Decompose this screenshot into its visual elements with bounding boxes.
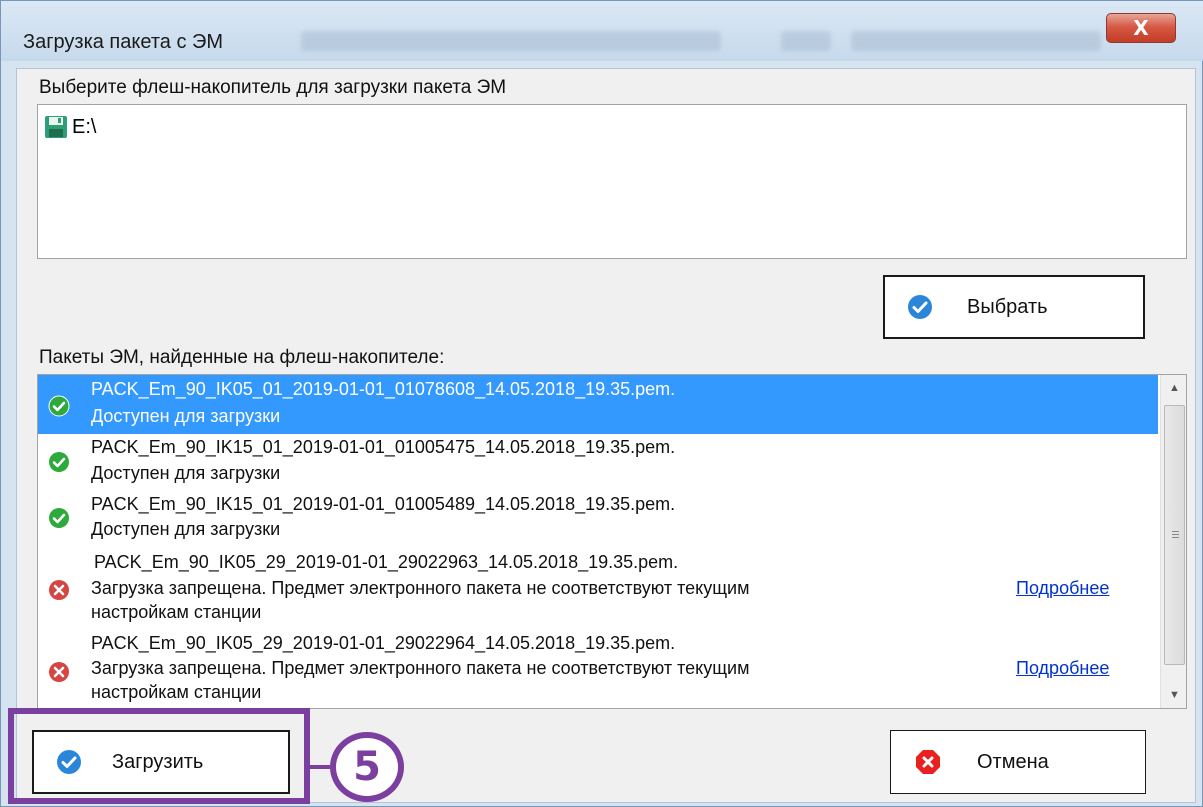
select-button[interactable]: Выбрать: [883, 275, 1145, 339]
error-status-icon: [49, 580, 69, 600]
step-number-badge: 5: [330, 732, 404, 802]
package-status-detail: настройкам станции: [91, 602, 262, 622]
cancel-button-label: Отмена: [977, 750, 1049, 773]
package-status: Доступен для загрузки: [91, 463, 281, 483]
close-icon: X: [1133, 16, 1149, 40]
package-name: PACK_Em_90_IK15_01_2019-01-01_01005489_1…: [91, 494, 676, 514]
scroll-down-arrow-icon[interactable]: ▼: [1161, 682, 1186, 708]
error-status-icon: [49, 662, 69, 682]
step-highlight-frame: [8, 708, 310, 804]
drive-item[interactable]: E:\: [44, 115, 96, 139]
drive-list[interactable]: E:\: [37, 104, 1187, 259]
title-bar: Загрузка пакета с ЭМ X: [1, 1, 1203, 61]
package-name: PACK_Em_90_IK15_01_2019-01-01_01005475_1…: [91, 437, 676, 457]
cancel-button[interactable]: Отмена: [890, 730, 1146, 794]
checkmark-icon: [908, 295, 932, 319]
packages-header: Пакеты ЭМ, найденные на флеш-накопителе:: [39, 347, 445, 368]
package-item[interactable]: PACK_Em_90_IK05_29_2019-01-01_29022963_1…: [38, 549, 1158, 629]
package-status: Загрузка запрещена. Предмет электронного…: [91, 658, 750, 678]
package-status: Доступен для загрузки: [91, 519, 281, 539]
scroll-up-arrow-icon[interactable]: ▲: [1161, 375, 1186, 401]
background-window-title-blurred: [781, 31, 831, 51]
dialog-content: Выберите флеш-накопитель для загрузки па…: [16, 68, 1196, 803]
cancel-icon: [916, 750, 940, 774]
package-status-detail: настройкам станции: [91, 682, 262, 702]
window-title: Загрузка пакета с ЭМ: [23, 31, 224, 53]
ok-status-icon: [48, 395, 70, 417]
dialog-window: Загрузка пакета с ЭМ X Выберите флеш-нак…: [0, 0, 1203, 807]
package-name: PACK_Em_90_IK05_29_2019-01-01_29022964_1…: [91, 633, 676, 653]
details-link[interactable]: Подробнее: [1016, 658, 1109, 679]
packages-list[interactable]: PACK_Em_90_IK05_01_2019-01-01_01078608_1…: [37, 374, 1187, 709]
drive-label: E:\: [72, 115, 97, 138]
drive-select-prompt: Выберите флеш-накопитель для загрузки па…: [39, 77, 507, 98]
select-button-label: Выбрать: [967, 295, 1048, 318]
step-connector-line: [310, 765, 330, 769]
ok-status-icon: [49, 508, 69, 528]
package-item[interactable]: PACK_Em_90_IK05_01_2019-01-01_01078608_1…: [38, 375, 1158, 434]
ok-status-icon: [49, 452, 69, 472]
package-name: PACK_Em_90_IK05_29_2019-01-01_29022963_1…: [94, 552, 679, 572]
package-item[interactable]: PACK_Em_90_IK15_01_2019-01-01_01005489_1…: [38, 491, 1158, 549]
background-window-title-blurred: [851, 31, 1101, 51]
details-link[interactable]: Подробнее: [1016, 578, 1109, 599]
package-status: Загрузка запрещена. Предмет электронного…: [91, 578, 750, 598]
floppy-disk-icon: [45, 116, 67, 138]
vertical-scrollbar[interactable]: ▲ ▼: [1160, 375, 1186, 708]
package-status: Доступен для загрузки: [91, 406, 281, 426]
step-number: 5: [353, 744, 381, 790]
package-name: PACK_Em_90_IK05_01_2019-01-01_01078608_1…: [91, 379, 676, 399]
background-window-title-blurred: [301, 31, 721, 51]
package-item[interactable]: PACK_Em_90_IK15_01_2019-01-01_01005475_1…: [38, 434, 1158, 491]
close-button[interactable]: X: [1106, 13, 1176, 43]
scroll-thumb[interactable]: [1164, 405, 1185, 665]
package-item[interactable]: PACK_Em_90_IK05_29_2019-01-01_29022964_1…: [38, 629, 1158, 708]
